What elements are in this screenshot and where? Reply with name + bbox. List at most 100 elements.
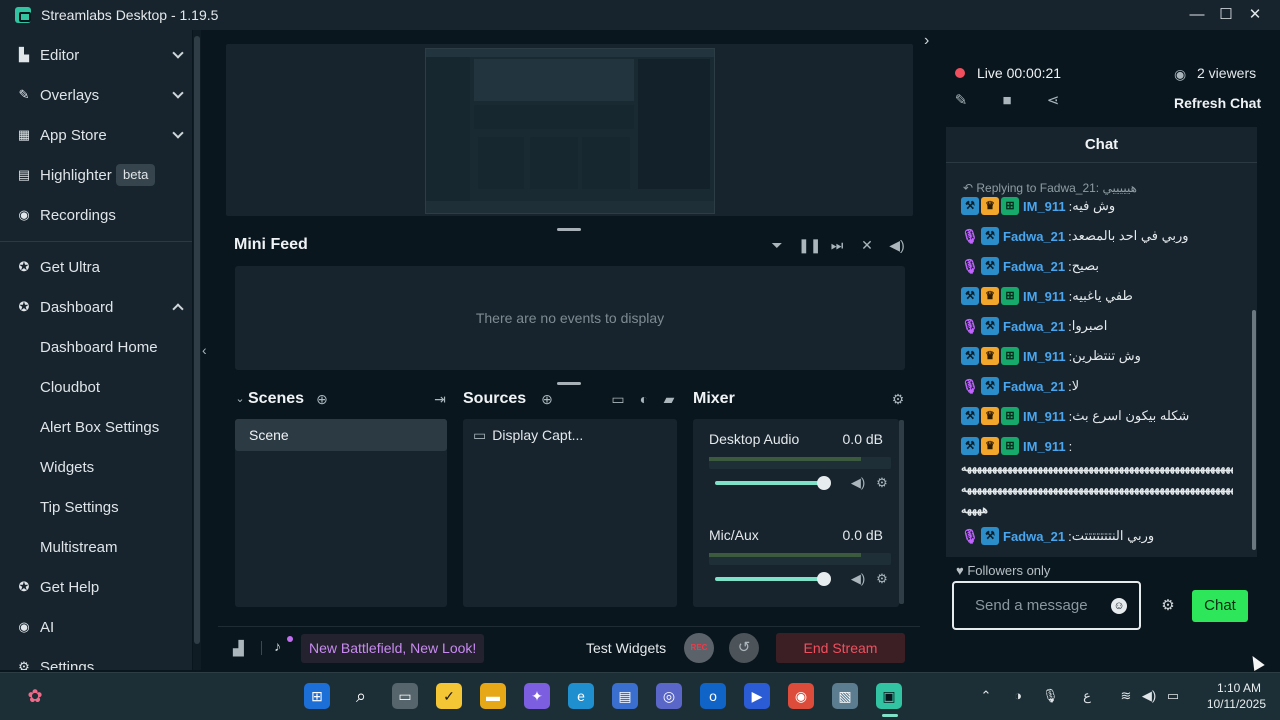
chat-username[interactable]: IM_911 (1023, 349, 1066, 364)
add-source-icon[interactable]: ⊕ (538, 390, 556, 408)
app-tray-icon[interactable]: ◑ (1010, 688, 1026, 704)
taskbar-date[interactable]: 10/11/2025 (1196, 697, 1266, 711)
chat-username[interactable]: Fadwa_21 (1003, 379, 1065, 394)
record-button[interactable]: REC (684, 633, 714, 663)
taskbar-time[interactable]: 1:10 AM (1214, 681, 1264, 695)
photos-icon[interactable]: ▧ (832, 683, 858, 709)
sidebar-item-multistream[interactable]: Multistream (0, 527, 192, 567)
sidebar-item-tip-settings[interactable]: Tip Settings (0, 487, 192, 527)
preview-scenes (478, 137, 524, 189)
sidebar-item-overlays[interactable]: ✎ Overlays (0, 75, 192, 115)
resize-handle[interactable] (557, 382, 581, 385)
source-audio-icon[interactable]: ◐ (635, 390, 653, 408)
speaker-icon[interactable]: ◀) (849, 474, 867, 492)
volume-slider[interactable] (715, 481, 823, 485)
chat-username[interactable]: Fadwa_21 (1003, 529, 1065, 544)
video-app-icon[interactable]: ▶ (744, 683, 770, 709)
sidebar-item-settings[interactable]: ⚙ Settings (0, 647, 192, 671)
store-icon[interactable]: ▤ (612, 683, 638, 709)
streamlabs-taskbar-icon[interactable]: ▣ (876, 683, 902, 709)
end-stream-button[interactable]: End Stream (776, 633, 905, 663)
minimize-icon[interactable]: — (1185, 3, 1209, 27)
source-screen-icon[interactable]: ▭ (609, 390, 627, 408)
widgets-weather-icon[interactable]: ✿ (22, 683, 48, 709)
file-explorer-icon[interactable]: ▬ (480, 683, 506, 709)
chat-username[interactable]: Fadwa_21 (1003, 259, 1065, 274)
volume-slider[interactable] (715, 577, 823, 581)
sidebar-item-get-ultra[interactable]: ✪ Get Ultra (0, 247, 192, 287)
outlook-icon[interactable]: o (700, 683, 726, 709)
speaker-icon[interactable]: ◀) (849, 570, 867, 588)
sidebar-item-app-store[interactable]: ▦ App Store (0, 115, 192, 155)
sidebar-item-editor[interactable]: ▙ Editor (0, 35, 192, 75)
chat-username[interactable]: IM_911 (1023, 409, 1066, 424)
chat-text: وربي في احد بالمصعد (1071, 228, 1189, 243)
search-icon[interactable]: ⌕ (348, 683, 374, 709)
input-language[interactable]: ع (1079, 688, 1095, 704)
volume-icon[interactable]: ◀) (888, 236, 906, 254)
edge-browser-icon[interactable]: e (568, 683, 594, 709)
chat-username[interactable]: Fadwa_21 (1003, 229, 1065, 244)
chat-username[interactable]: IM_911 (1023, 289, 1066, 304)
pause-icon[interactable]: ❚❚ (798, 236, 821, 254)
skip-icon[interactable]: ⏭ (828, 236, 846, 254)
microphone-icon[interactable]: 🎙 (1042, 688, 1059, 704)
add-scene-icon[interactable]: ⊕ (313, 390, 331, 408)
chat-scrollbar[interactable] (1252, 310, 1256, 550)
gear-icon[interactable]: ⚙ (873, 474, 891, 492)
sidebar-item-recordings[interactable]: ◉ Recordings (0, 195, 192, 235)
chat-settings-gear-icon[interactable]: ⚙ (1159, 597, 1177, 615)
sidebar-item-get-help[interactable]: ✪ Get Help (0, 567, 192, 607)
video-icon[interactable]: ■ (998, 92, 1016, 110)
chevron-right-icon[interactable]: › (924, 32, 938, 50)
clipchamp-icon[interactable]: ◎ (656, 683, 682, 709)
sidebar-item-highlighter[interactable]: ▤ Highlighter (0, 155, 192, 195)
sidebar-item-cloudbot[interactable]: Cloudbot (0, 367, 192, 407)
chrome-icon[interactable]: ◉ (788, 683, 814, 709)
replay-buffer-icon[interactable]: ↺ (729, 633, 759, 663)
chat-username[interactable]: Fadwa_21 (1003, 319, 1065, 334)
battery-icon[interactable]: ▭ (1165, 688, 1181, 704)
chat-text: لا (1071, 378, 1080, 393)
maximize-icon[interactable]: ☐ (1214, 3, 1238, 27)
volume-slider-knob[interactable] (817, 476, 831, 490)
collapse-sidebar-icon[interactable]: ‹ (202, 340, 214, 360)
scene-item[interactable]: Scene (235, 419, 447, 451)
task-view-icon[interactable]: ▭ (392, 683, 418, 709)
filter-icon[interactable]: ⏷ (768, 236, 786, 254)
volume-slider-knob[interactable] (817, 572, 831, 586)
mute-alerts-icon[interactable]: ✕ (858, 236, 876, 254)
sidebar-item-alert-box-settings[interactable]: Alert Box Settings (0, 407, 192, 447)
volume-icon[interactable]: ◀) (1141, 688, 1157, 704)
todo-icon[interactable]: ✓ (436, 683, 462, 709)
source-item[interactable]: ▭ Display Capt... (473, 427, 583, 444)
sidebar-item-widgets[interactable]: Widgets (0, 447, 192, 487)
refresh-chat-button[interactable]: Refresh Chat (1174, 95, 1261, 111)
news-banner[interactable]: New Battlefield, New Look! (301, 634, 485, 663)
show-hidden-icons-chevron-icon[interactable]: ⌃ (978, 688, 994, 704)
sidebar-item-dashboard-home[interactable]: Dashboard Home (0, 327, 192, 367)
chat-username[interactable]: IM_911 (1023, 439, 1066, 454)
mixer-gear-icon[interactable]: ⚙ (889, 390, 907, 408)
mixer-scrollbar[interactable] (899, 420, 904, 604)
sidebar-item-dashboard[interactable]: ✪ Dashboard (0, 287, 192, 327)
copilot-icon[interactable]: ✦ (524, 683, 550, 709)
windows-start-icon[interactable]: ⊞ (304, 683, 330, 709)
test-widgets-button[interactable]: Test Widgets (586, 640, 666, 656)
sidebar-item-ai[interactable]: ◉ AI (0, 607, 192, 647)
resize-handle[interactable] (557, 228, 581, 231)
gear-icon[interactable]: ⚙ (873, 570, 891, 588)
scene-transition-icon[interactable]: ⇥ (431, 390, 449, 408)
share-icon[interactable]: ⋖ (1044, 92, 1062, 110)
chevron-down-icon[interactable]: ⌄ (231, 390, 249, 408)
chat-send-button[interactable]: Chat (1192, 590, 1248, 622)
wifi-icon[interactable]: ≋ (1118, 688, 1134, 704)
close-icon[interactable]: ✕ (1243, 3, 1267, 27)
sidebar-scrollbar-thumb[interactable] (194, 36, 200, 644)
add-folder-icon[interactable]: ▰ (660, 390, 678, 408)
chat-message-input[interactable]: Send a message ☺ (952, 581, 1141, 630)
emoji-icon[interactable]: ☺ (1111, 598, 1127, 614)
chat-username[interactable]: IM_911 (1023, 199, 1066, 214)
stats-icon[interactable]: ▟ (233, 640, 249, 656)
edit-stream-icon[interactable]: ✎ (952, 92, 970, 110)
